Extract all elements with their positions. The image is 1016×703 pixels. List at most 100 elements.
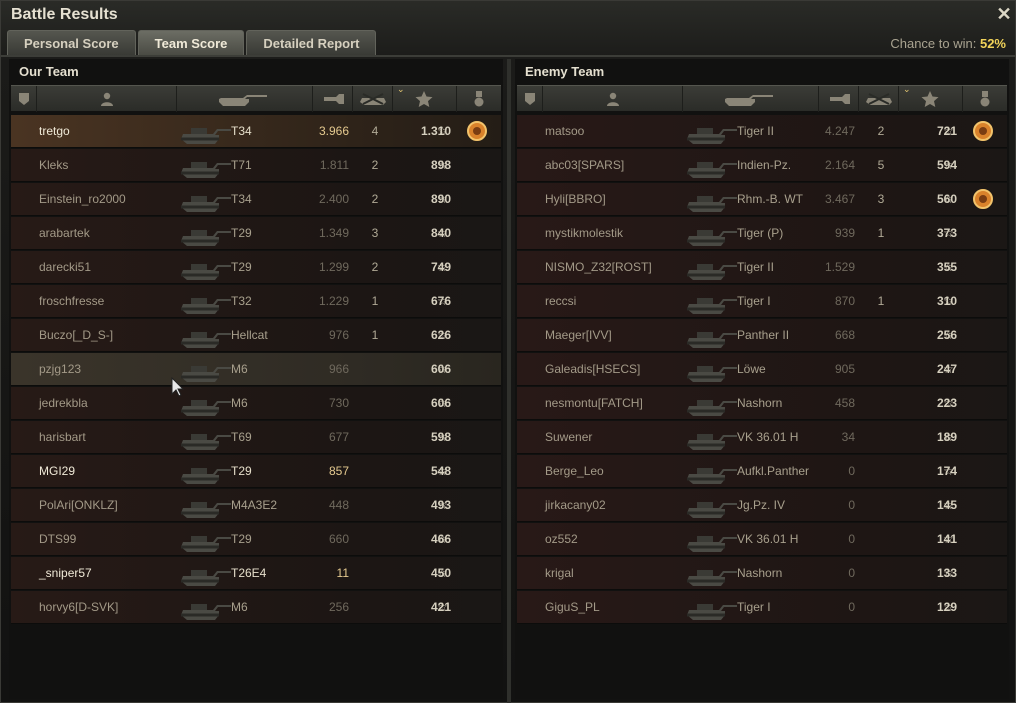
platoon-icon [19,93,29,105]
damage-column-header[interactable] [313,86,353,112]
table-row[interactable]: pzjg123 M6 966 606 ☆ [11,353,501,386]
medal-column-header[interactable] [457,86,501,112]
player-name: harisbart [39,430,86,444]
table-row[interactable]: froschfresse T32 1.229 1 676 ☆ [11,285,501,318]
medal-icon [474,91,484,107]
table-row[interactable]: Berge_Leo Aufkl.Panther 0 174 ☆ [517,455,1007,488]
player-name: Maeger[IVV] [545,328,612,342]
mouse-cursor-icon [171,377,185,397]
table-row[interactable]: nesmontu[FATCH] Nashorn 458 223 ☆ [517,387,1007,420]
tank-column-header[interactable] [177,86,313,112]
player-column-header[interactable] [37,86,177,112]
player-name: matsoo [545,124,585,138]
table-row[interactable]: GiguS_PL Tiger I 0 129 ☆ [517,591,1007,624]
tank-name: T32 [231,294,252,308]
table-row[interactable]: horvy6[D-SVK] M6 256 421 ☆ [11,591,501,624]
damage-value: 1.349 [318,226,349,240]
kills-column-header[interactable] [353,86,393,112]
tank-thumbnail-icon [687,366,737,382]
tank-name: T71 [231,158,252,172]
table-row[interactable]: abc03[SPARS] Indien-Pz. 2.164 5 594 ☆ [517,149,1007,182]
table-row[interactable]: DTS99 T29 660 466 ☆ [11,523,501,556]
table-row[interactable]: Einstein_ro2000 T34 2.400 2 890 ☆ [11,183,501,216]
tank-name: Tiger II [737,260,774,274]
table-row[interactable]: NISMO_Z32[ROST] Tiger II 1.529 355 ☆ [517,251,1007,284]
table-row[interactable]: _sniper57 T26E4 11 450 ☆ [11,557,501,590]
player-name: Galeadis[HSECS] [545,362,641,376]
tab-personal-score[interactable]: Personal Score [7,30,136,55]
table-row[interactable]: Maeger[IVV] Panther II 668 256 ☆ [517,319,1007,352]
damage-value: 448 [328,498,349,512]
kills-value: 3 [371,226,379,240]
table-row[interactable]: Galeadis[HSECS] Löwe 905 247 ☆ [517,353,1007,386]
table-row[interactable]: jedrekbla M6 730 606 ☆ [11,387,501,420]
table-row[interactable]: matsoo Tiger II 4.247 2 721 ☆ [517,115,1007,148]
tank-thumbnail-icon [181,128,231,144]
table-row[interactable]: PolAri[ONKLZ] M4A3E2 448 493 ☆ [11,489,501,522]
kills-value: 2 [371,192,379,206]
table-row[interactable]: MGI29 T29 857 548 ☆ [11,455,501,488]
close-icon[interactable]: ✕ [995,5,1013,23]
table-row[interactable]: arabartek T29 1.349 3 840 ☆ [11,217,501,250]
player-column-header[interactable] [543,86,683,112]
medal-column-header[interactable] [963,86,1007,112]
divider [1,55,1016,57]
star-icon: ☆ [943,226,954,240]
table-row[interactable]: mystikmolestik Tiger (P) 939 1 373 ☆ [517,217,1007,250]
tab-team-score[interactable]: Team Score [137,30,245,55]
table-row[interactable]: Kleks T71 1.811 2 898 ☆ [11,149,501,182]
star-icon: ☆ [437,566,448,580]
enemy-team-panel: Enemy Team ⌄ matsoo Tiger II 4.247 2 721… [515,59,1009,699]
kills-value: 1 [371,294,379,308]
enemy-team-header: ⌄ [517,84,1007,112]
tank-column-header[interactable] [683,86,819,112]
damage-column-header[interactable] [819,86,859,112]
table-row[interactable]: tretgo T34 3.966 4 1.310 ☆ [11,115,501,148]
table-row[interactable]: reccsi Tiger I 870 1 310 ☆ [517,285,1007,318]
tank-thumbnail-icon [687,536,737,552]
kills-value: 2 [371,158,379,172]
player-name: darecki51 [39,260,92,274]
damage-value: 870 [834,294,855,308]
tank-thumbnail-icon [687,264,737,280]
player-icon [607,92,619,106]
player-name: froschfresse [39,294,105,308]
medal-icon [980,91,990,107]
table-row[interactable]: darecki51 T29 1.299 2 749 ☆ [11,251,501,284]
star-icon: ☆ [943,362,954,376]
player-name: jirkacany02 [545,498,606,512]
table-row[interactable]: Suwener VK 36.01 H 34 189 ☆ [517,421,1007,454]
damage-value: 0 [848,464,855,478]
damage-value: 677 [328,430,349,444]
platoon-column-header[interactable] [517,86,543,112]
damage-value: 11 [336,566,349,580]
star-icon: ☆ [943,294,954,308]
our-team-header: ⌄ [11,84,501,112]
kills-column-header[interactable] [859,86,899,112]
table-row[interactable]: oz552 VK 36.01 H 0 141 ☆ [517,523,1007,556]
star-icon: ☆ [437,396,448,410]
tank-name: Rhm.-B. WT [737,192,803,206]
score-column-header[interactable]: ⌄ [899,84,963,112]
star-icon: ☆ [437,464,448,478]
star-icon: ☆ [943,464,954,478]
tank-thumbnail-icon [687,468,737,484]
tank-name: T29 [231,226,252,240]
table-row[interactable]: krigal Nashorn 0 133 ☆ [517,557,1007,590]
table-row[interactable]: jirkacany02 Jg.Pz. IV 0 145 ☆ [517,489,1007,522]
tab-detailed-report[interactable]: Detailed Report [246,30,377,55]
tank-name: Tiger II [737,124,774,138]
table-row[interactable]: Buczo[_D_S-] Hellcat 976 1 626 ☆ [11,319,501,352]
star-icon: ☆ [943,498,954,512]
kills-value: 3 [877,192,885,206]
tank-name: Tiger I [737,600,771,614]
tank-thumbnail-icon [687,230,737,246]
kills-value: 5 [877,158,885,172]
tank-name: T34 [231,124,252,138]
tank-name: Nashorn [737,566,783,580]
table-row[interactable]: Hyli[BBRO] Rhm.-B. WT 3.467 3 560 ☆ [517,183,1007,216]
tank-thumbnail-icon [181,196,231,212]
table-row[interactable]: harisbart T69 677 598 ☆ [11,421,501,454]
score-column-header[interactable]: ⌄ [393,84,457,112]
platoon-column-header[interactable] [11,86,37,112]
